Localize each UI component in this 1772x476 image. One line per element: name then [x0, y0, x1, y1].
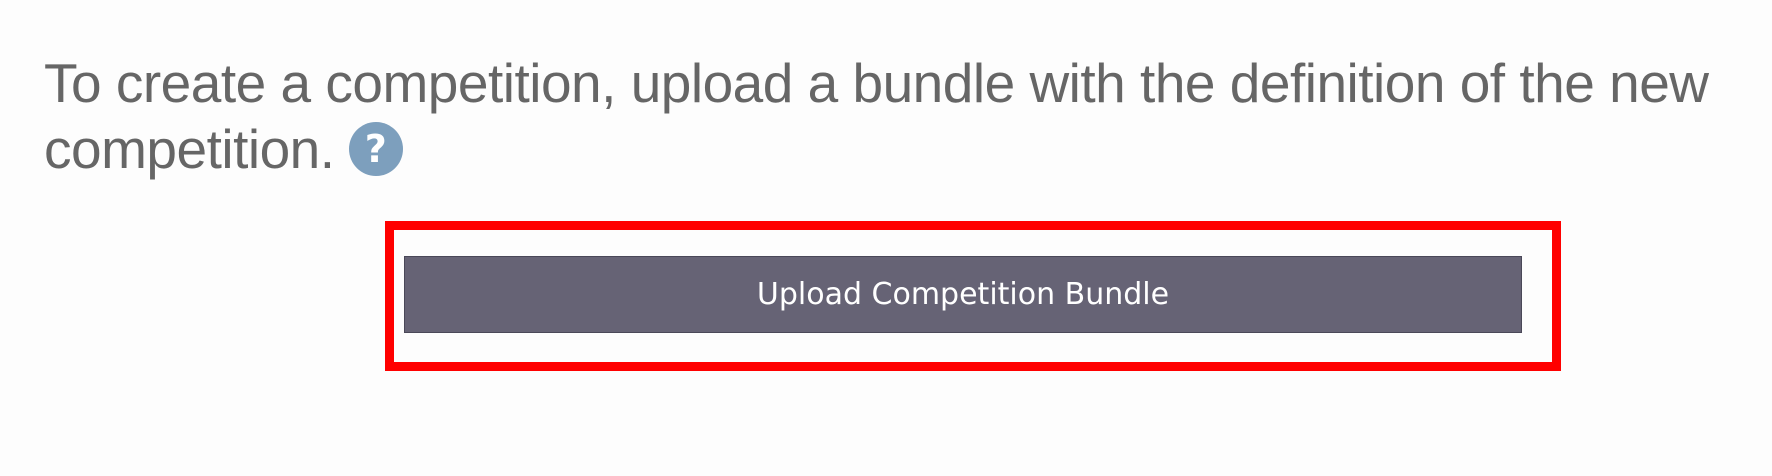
- page-intro: To create a competition, upload a bundle…: [44, 50, 1744, 182]
- intro-text: To create a competition, upload a bundle…: [44, 52, 1709, 180]
- upload-button-label: Upload Competition Bundle: [756, 277, 1170, 312]
- question-circle-icon[interactable]: ?: [348, 122, 403, 176]
- upload-competition-bundle-button[interactable]: Upload Competition Bundle: [404, 256, 1522, 333]
